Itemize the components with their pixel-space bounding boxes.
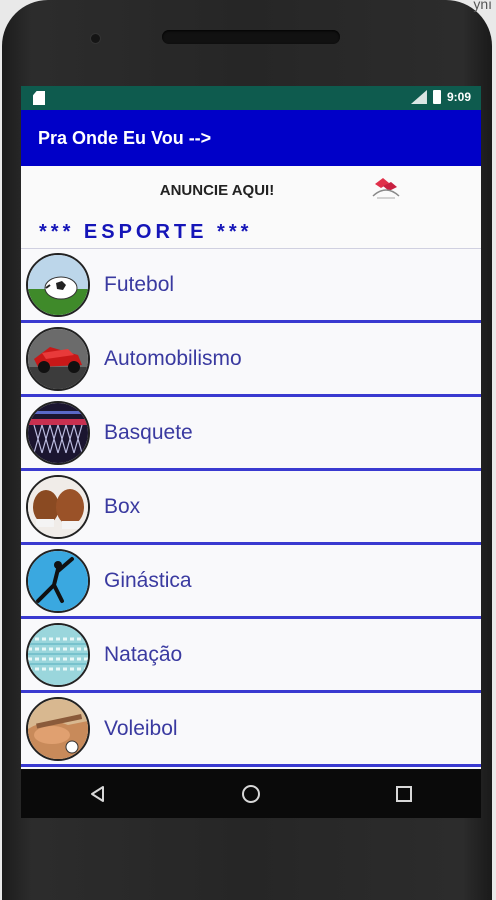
basketball-hoop-icon [26, 400, 90, 465]
list-item-futebol[interactable]: Futebol [21, 249, 481, 323]
list-item-natacao[interactable]: Natação [21, 619, 481, 693]
back-icon[interactable] [78, 774, 118, 814]
screen: 9:09 Pra Onde Eu Vou --> ANUNCIE AQUI! *… [21, 86, 481, 818]
signal-icon [410, 90, 427, 104]
app-bar: Pra Onde Eu Vou --> [21, 110, 481, 166]
item-label-voleibol: Voleibol [104, 716, 178, 740]
recents-icon[interactable] [384, 774, 424, 814]
corner-text: ynı [473, 0, 492, 12]
swimming-pool-icon [26, 622, 90, 687]
gymnast-icon [26, 548, 90, 613]
list-item-voleibol[interactable]: Voleibol [21, 693, 481, 767]
volleyball-icon [26, 696, 90, 761]
item-label-basquete: Basquete [104, 420, 193, 444]
list-item-ginastica[interactable]: Ginástica [21, 545, 481, 619]
item-label-natacao: Natação [104, 642, 183, 666]
item-label-box: Box [104, 494, 141, 518]
earpiece-speaker [162, 30, 340, 44]
soccer-ball-icon [26, 252, 90, 317]
ad-banner[interactable]: ANUNCIE AQUI! [21, 166, 481, 216]
app-title: Pra Onde Eu Vou --> [38, 127, 212, 148]
list-item-box[interactable]: Box [21, 471, 481, 545]
item-label-ginastica: Ginástica [104, 568, 192, 592]
ad-logo-icon [372, 178, 400, 199]
item-label-futebol: Futebol [104, 272, 175, 296]
status-time: 9:09 [446, 90, 471, 104]
boxing-gloves-icon [26, 474, 90, 539]
list-item-basquete[interactable]: Basquete [21, 397, 481, 471]
section-title: *** ESPORTE *** [39, 220, 253, 243]
list-item-automobilismo[interactable]: Automobilismo [21, 323, 481, 397]
battery-icon [432, 90, 441, 104]
race-car-icon [26, 326, 90, 391]
ad-text: ANUNCIE AQUI! [159, 182, 275, 199]
sd-card-icon [33, 91, 45, 105]
navigation-bar [21, 769, 481, 818]
front-camera [91, 34, 100, 43]
home-icon[interactable] [231, 774, 271, 814]
item-label-automobilismo: Automobilismo [104, 346, 242, 370]
sport-list: Futebol Automobilismo Basquete Box Ginás… [21, 248, 481, 767]
status-bar: 9:09 [21, 86, 481, 110]
